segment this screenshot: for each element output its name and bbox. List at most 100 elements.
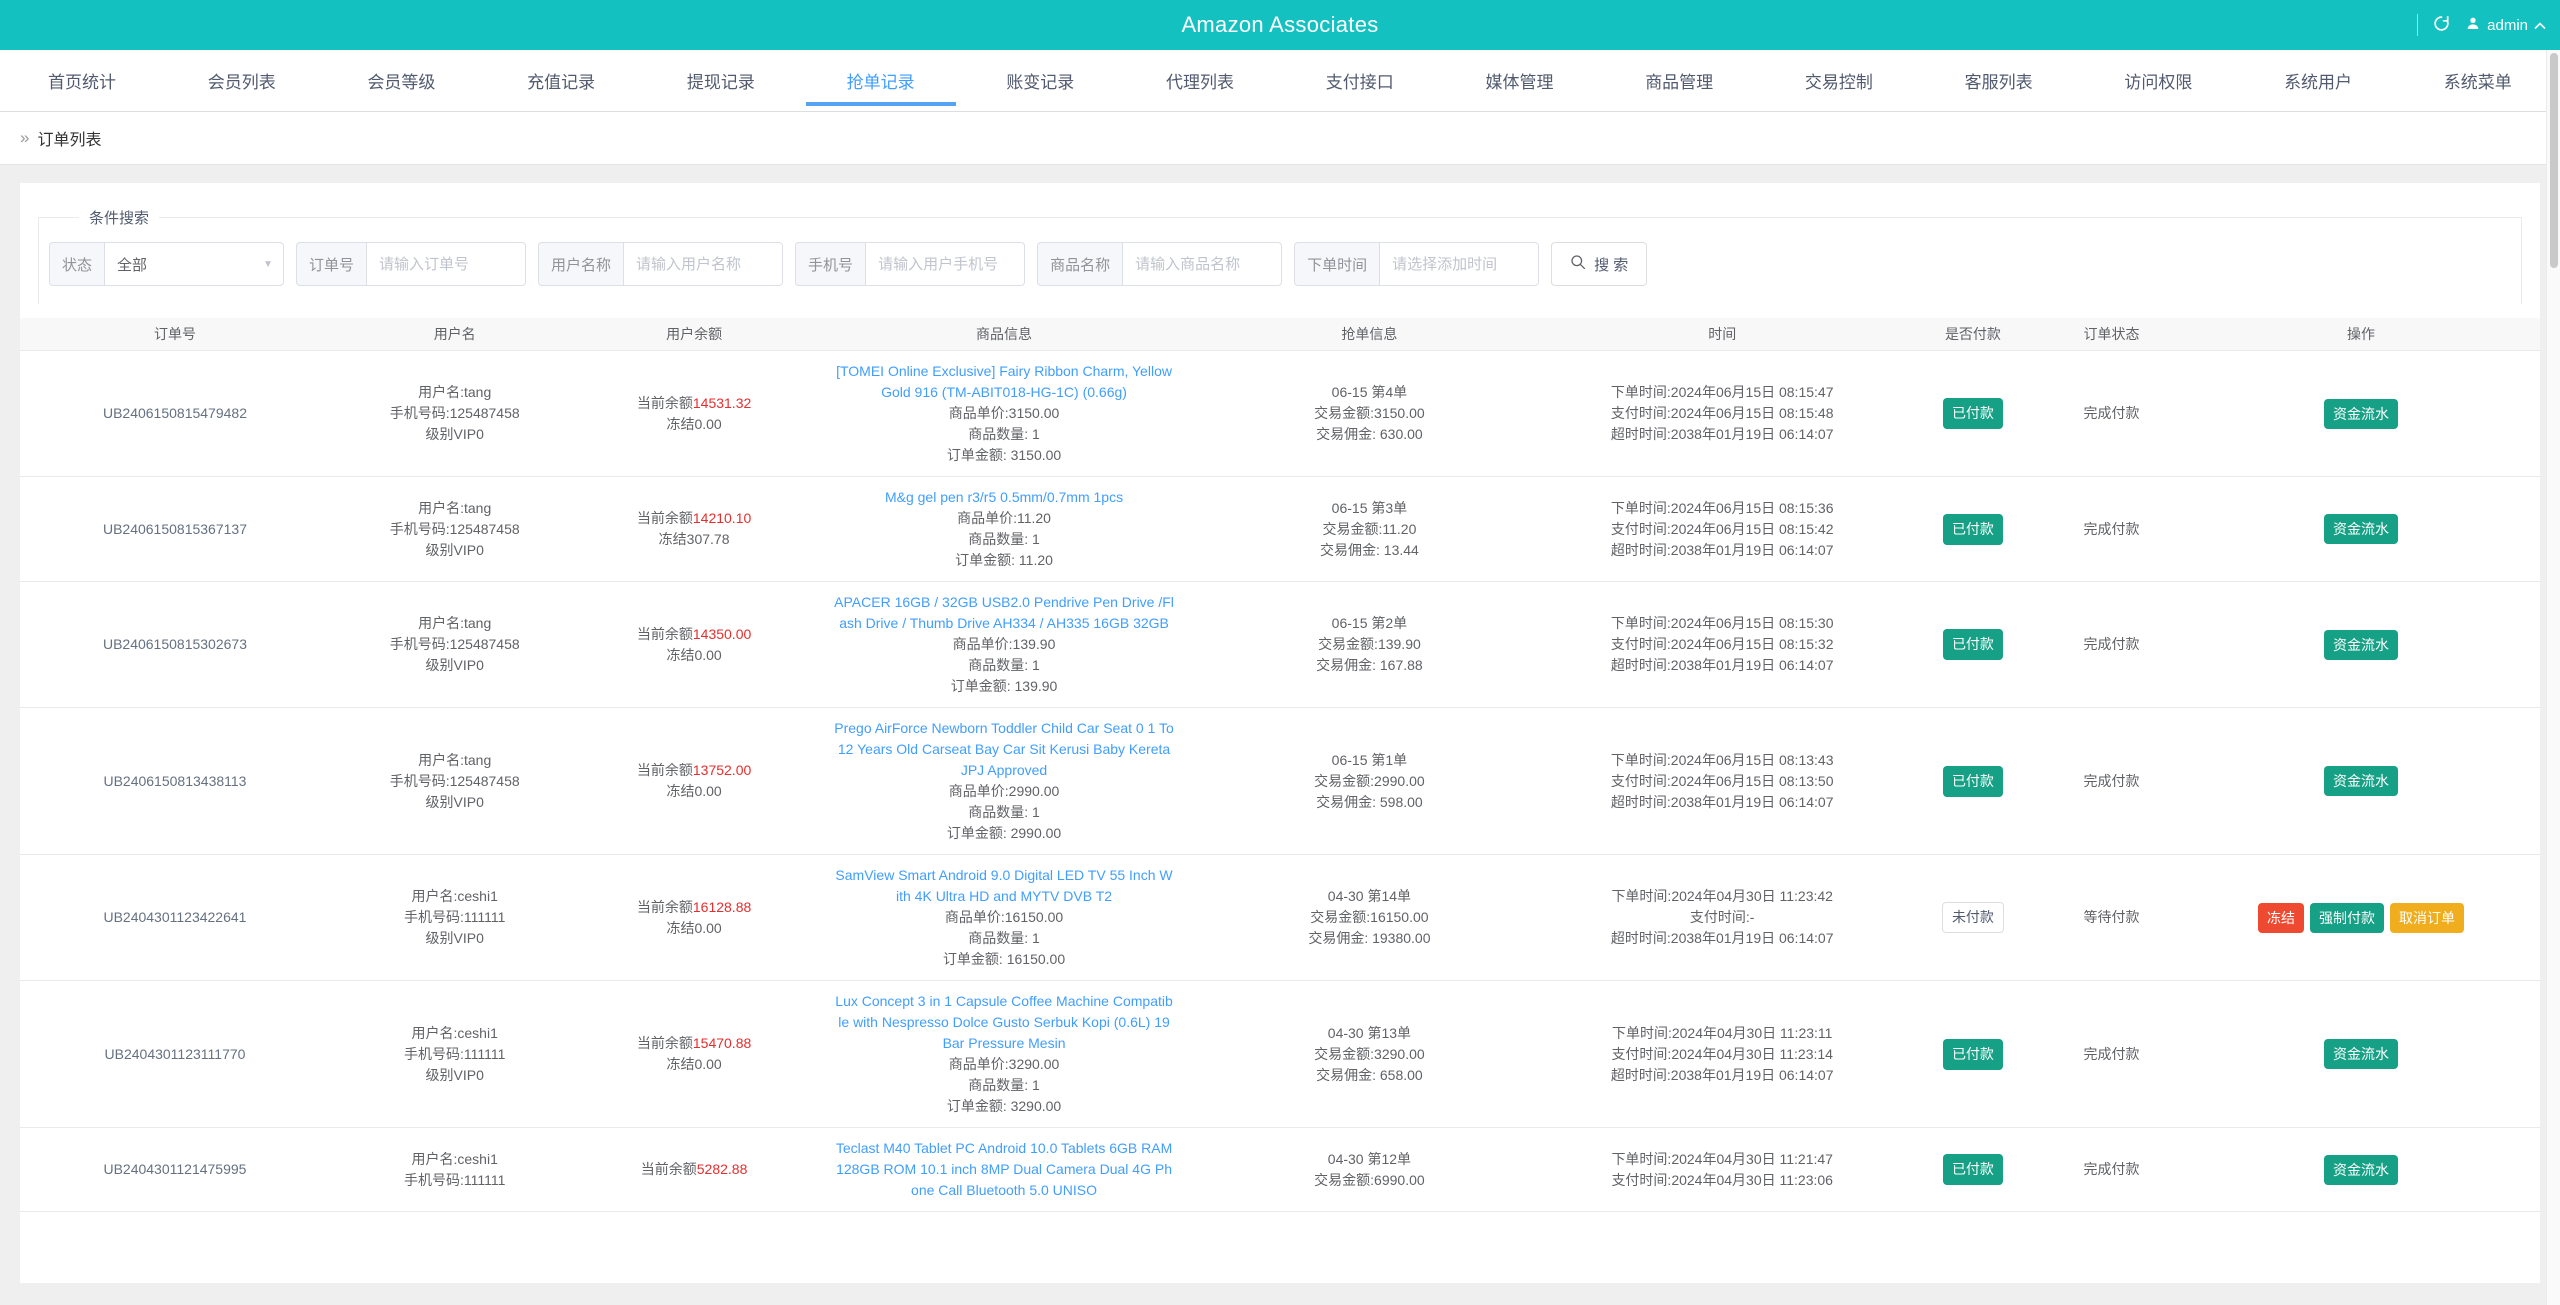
order-status: 等待付款	[2083, 909, 2140, 925]
time-cell: 下单时间:2024年06月15日 08:13:43 支付时间:2024年06月15…	[1540, 750, 1905, 813]
action-资金流水[interactable]: 资金流水	[2324, 514, 2398, 544]
time-line: 超时时间:2038年01月19日 06:14:07	[1610, 930, 1834, 946]
product-link[interactable]: APACER 16GB / 32GB USB2.0 Pendrive Pen D…	[834, 592, 1174, 634]
product-link[interactable]: SamView Smart Android 9.0 Digital LED TV…	[834, 865, 1174, 907]
status-select[interactable]: 全部 ▼	[104, 242, 285, 286]
tab-抢单记录[interactable]: 抢单记录	[841, 50, 921, 111]
balance-label: 当前余额	[636, 394, 693, 411]
actions-cell: 资金流水	[2182, 514, 2540, 544]
user-info-line: 用户名:ceshi1	[411, 888, 498, 904]
user-cell: 用户名:tang 手机号码:125487458 级别VIP0	[330, 613, 579, 676]
grab-info-line: 交易佣金: 13.44	[1320, 541, 1419, 558]
order-time-input[interactable]	[1379, 242, 1540, 286]
order-status-cell: 完成付款	[2041, 519, 2182, 540]
time-cell: 下单时间:2024年04月30日 11:23:11 支付时间:2024年04月30…	[1540, 1023, 1905, 1086]
product-link[interactable]: M&g gel pen r3/r5 0.5mm/0.7mm 1pcs	[834, 487, 1174, 508]
tab-账变记录[interactable]: 账变记录	[1000, 50, 1080, 111]
scrollbar-track[interactable]	[2546, 50, 2560, 1305]
product-link[interactable]: [TOMEI Online Exclusive] Fairy Ribbon Ch…	[834, 361, 1174, 403]
paid-cell: 已付款	[1905, 765, 2041, 797]
time-line: 下单时间:2024年04月30日 11:23:42	[1611, 888, 1833, 904]
grab-info-line: 06-15 第2单	[1331, 615, 1408, 631]
time-line: 超时时间:2038年01月19日 06:14:07	[1610, 426, 1834, 442]
product-info-line: 订单金额: 3150.00	[946, 447, 1062, 463]
breadcrumb-arrows-icon: »	[20, 128, 30, 147]
user-info-line: 手机号码:125487458	[389, 405, 520, 421]
actions-cell: 资金流水	[2182, 766, 2540, 796]
product-cell: Teclast M40 Tablet PC Android 10.0 Table…	[809, 1138, 1200, 1201]
user-info-line: 用户名:tang	[418, 384, 492, 400]
tab-交易控制[interactable]: 交易控制	[1799, 50, 1879, 111]
product-name-input[interactable]	[1122, 242, 1283, 286]
paid-badge: 已付款	[1942, 629, 2003, 660]
action-资金流水[interactable]: 资金流水	[2324, 766, 2398, 796]
tab-系统菜单[interactable]: 系统菜单	[2438, 50, 2518, 111]
tab-充值记录[interactable]: 充值记录	[521, 50, 601, 111]
tab-访问权限[interactable]: 访问权限	[2118, 50, 2198, 111]
order-status-cell: 完成付款	[2041, 1044, 2182, 1065]
action-资金流水[interactable]: 资金流水	[2324, 1154, 2398, 1185]
tab-媒体管理[interactable]: 媒体管理	[1479, 50, 1559, 111]
tab-会员列表[interactable]: 会员列表	[202, 50, 282, 111]
tab-支付接口[interactable]: 支付接口	[1320, 50, 1400, 111]
orders-table: 订单号 用户名 用户余额 商品信息 抢单信息 时间 是否付款 订单状态 操作 UB2406150…	[20, 318, 2540, 1212]
product-info-line: 订单金额: 11.20	[955, 552, 1053, 568]
grab-info-cell: 06-15 第3单 交易金额:11.20 交易佣金: 13.44	[1199, 498, 1539, 561]
table-row: UB2406150815367137 用户名:tang 手机号码:125487458…	[20, 477, 2540, 582]
order-no-label: 订单号	[296, 242, 367, 286]
grab-info-line: 06-15 第4单	[1331, 384, 1408, 400]
action-资金流水[interactable]: 资金流水	[2324, 629, 2398, 660]
tab-会员等级[interactable]: 会员等级	[361, 50, 441, 111]
user-info-line: 级别VIP0	[425, 1066, 484, 1083]
time-line: 下单时间:2024年06月15日 08:15:36	[1610, 499, 1834, 516]
tab-首页统计[interactable]: 首页统计	[42, 50, 122, 111]
table-row: UB2406150815479482 用户名:tang 手机号码:125487458…	[20, 351, 2540, 477]
balance-label: 当前余额	[636, 510, 693, 526]
search-icon	[1570, 254, 1586, 274]
tab-客服列表[interactable]: 客服列表	[1959, 50, 2039, 111]
user-info-line: 手机号码:111111	[403, 1171, 506, 1188]
time-line: 支付时间:2024年06月15日 08:15:48	[1610, 405, 1834, 421]
balance-line: 当前余额14531.32	[579, 393, 808, 414]
phone-input[interactable]	[865, 242, 1026, 286]
tab-代理列表[interactable]: 代理列表	[1160, 50, 1240, 111]
scrollbar-thumb[interactable]	[2549, 53, 2558, 268]
order-no-input[interactable]	[366, 242, 527, 286]
refresh-button[interactable]	[2432, 14, 2451, 36]
column-header: 是否付款	[1944, 325, 2001, 342]
tab-系统用户[interactable]: 系统用户	[2278, 50, 2358, 111]
time-cell: 下单时间:2024年04月30日 11:21:47 支付时间:2024年04月30…	[1540, 1149, 1905, 1191]
chevron-down-icon: ▼	[263, 258, 274, 270]
search-button[interactable]: 搜 索	[1551, 242, 1648, 286]
order-status: 完成付款	[2083, 1045, 2140, 1062]
page-body: 条件搜索 状态 全部 ▼ 订单号 用户名称	[0, 165, 2560, 1305]
user-info-line: 手机号码:111111	[403, 909, 506, 925]
breadcrumb-current: 订单列表	[37, 132, 102, 149]
table-row: UB2404301123422641 用户名:ceshi1 手机号码:111111 级…	[20, 855, 2540, 981]
action-冻结[interactable]: 冻结	[2258, 902, 2304, 933]
action-强制付款[interactable]: 强制付款	[2310, 902, 2384, 933]
order-number: UB2406150813438113	[103, 772, 247, 789]
product-link[interactable]: Lux Concept 3 in 1 Capsule Coffee Machin…	[834, 991, 1174, 1054]
user-cell: 用户名:tang 手机号码:125487458 级别VIP0	[330, 382, 579, 445]
action-资金流水[interactable]: 资金流水	[2324, 1039, 2398, 1069]
tab-商品管理[interactable]: 商品管理	[1639, 50, 1719, 111]
balance-line: 当前余额15470.88	[579, 1033, 808, 1054]
product-cell: SamView Smart Android 9.0 Digital LED TV…	[809, 865, 1200, 970]
username-input[interactable]	[623, 242, 784, 286]
phone-label: 手机号	[795, 242, 866, 286]
product-info-line: 商品单价:3290.00	[948, 1056, 1060, 1072]
caret-up-icon	[2534, 17, 2546, 34]
time-line: 支付时间:2024年06月15日 08:15:32	[1610, 636, 1834, 652]
grab-info-cell: 06-15 第2单 交易金额:139.90 交易佣金: 167.88	[1199, 613, 1539, 676]
tab-提现记录[interactable]: 提现记录	[681, 50, 761, 111]
product-link[interactable]: Prego AirForce Newborn Toddler Child Car…	[834, 718, 1174, 781]
balance-amount: 14531.32	[692, 394, 752, 411]
main-nav: 首页统计 会员列表 会员等级 充值记录 提现记录 抢单记录 账变记录 代理列表 支付接口 媒体管理…	[0, 50, 2560, 112]
user-menu[interactable]: admin	[2465, 15, 2546, 35]
username: admin	[2487, 16, 2528, 34]
action-取消订单[interactable]: 取消订单	[2390, 902, 2464, 933]
product-link[interactable]: Teclast M40 Tablet PC Android 10.0 Table…	[834, 1138, 1174, 1201]
time-line: 支付时间:-	[1689, 909, 1755, 925]
action-资金流水[interactable]: 资金流水	[2324, 398, 2398, 429]
